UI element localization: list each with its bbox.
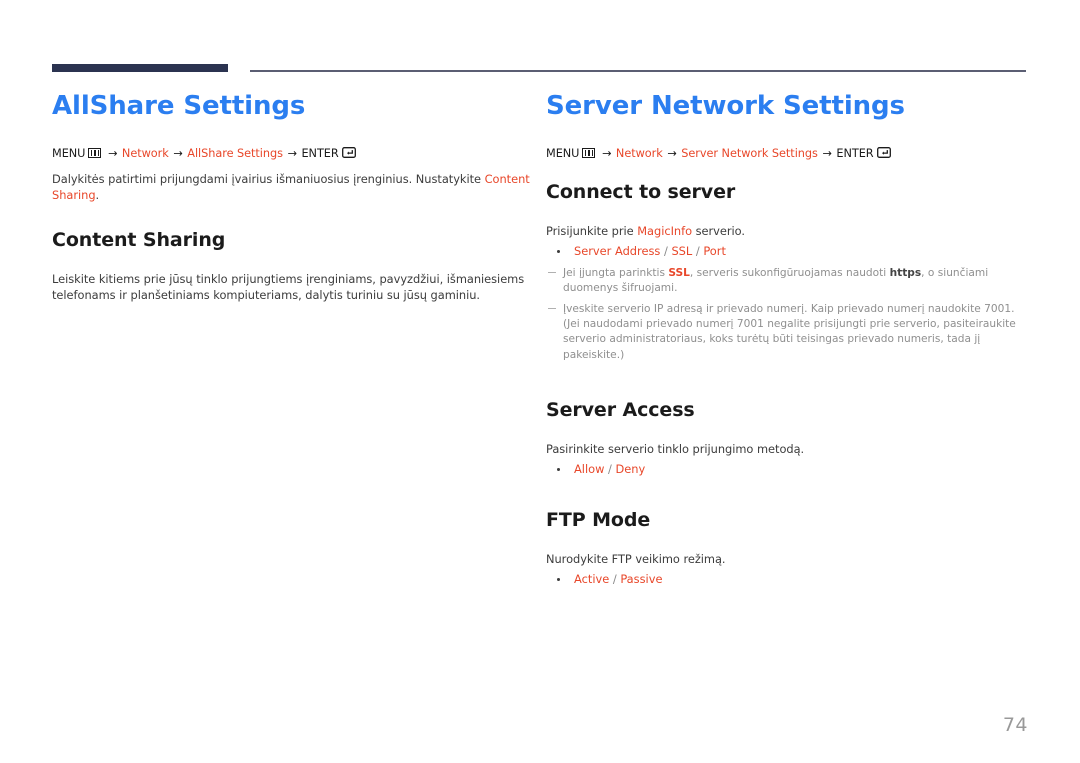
note-term-https: https <box>889 266 922 279</box>
breadcrumb-arrow-2: → <box>667 146 677 160</box>
option-allow[interactable]: Allow <box>574 462 604 476</box>
intro-text-before: Dalykitės patirtimi prijungdami įvairius… <box>52 171 485 186</box>
notes-list-connect-to-server: Jei įjungta parinktis SSL, serveris suko… <box>546 266 1028 363</box>
intro-paragraph-allshare: Dalykitės patirtimi prijungdami įvairius… <box>52 171 530 203</box>
menu-grid-icon <box>88 147 102 158</box>
section-intro-server-access: Pasirinkite serverio tinklo prijungimo m… <box>546 441 805 456</box>
option-active[interactable]: Active <box>574 572 609 586</box>
option-separator: / <box>660 243 672 258</box>
left-column: AllShare Settings MENU → Network → AllSh… <box>52 91 530 303</box>
breadcrumb-arrow-1: → <box>601 146 612 160</box>
page-title-allshare: AllShare Settings <box>52 91 306 121</box>
section-body-content-sharing: Leiskite kitiems prie jūsų tinklo prijun… <box>52 271 525 303</box>
note-accent-ssl: SSL <box>668 266 690 279</box>
note-item: Jei įjungta parinktis SSL, serveris suko… <box>546 266 1028 297</box>
options-list-ftp-mode: Active / Passive <box>546 571 1028 588</box>
breadcrumb-arrow-3: → <box>822 146 832 160</box>
breadcrumb-step-server-network-settings: Server Network Settings <box>681 146 818 160</box>
options-list-server-access: Allow / Deny <box>546 461 1028 478</box>
document-page: AllShare Settings MENU → Network → AllSh… <box>0 0 1080 763</box>
option-passive[interactable]: Passive <box>620 572 662 586</box>
section-heading-server-access: Server Access <box>546 398 695 421</box>
header-rule-thin <box>250 70 1026 72</box>
header-rule-thick <box>52 64 228 72</box>
option-separator: / <box>692 243 704 258</box>
options-list-connect-to-server: Server Address / SSL / Port <box>546 243 1028 260</box>
option-ssl[interactable]: SSL <box>671 244 692 258</box>
breadcrumb-menu-label: MENU <box>546 146 580 160</box>
breadcrumb-arrow-1: → <box>107 146 118 160</box>
header-rule <box>52 64 1026 74</box>
enter-return-icon <box>341 147 356 159</box>
breadcrumb-arrow-2: → <box>173 146 183 160</box>
breadcrumb-enter-label: ENTER <box>836 146 874 160</box>
breadcrumb-step-network: Network <box>615 146 663 160</box>
breadcrumb-step-allshare-settings: AllShare Settings <box>187 146 283 160</box>
section-intro-ftp-mode: Nurodykite FTP veikimo režimą. <box>546 551 726 566</box>
breadcrumb-step-network: Network <box>121 146 169 160</box>
right-column: Server Network Settings MENU → Network →… <box>546 91 1028 588</box>
breadcrumb-menu-label: MENU <box>52 146 86 160</box>
note-text-port: Įveskite serverio IP adresą ir prievado … <box>563 302 1016 361</box>
breadcrumb-allshare: MENU → Network → AllShare Settings → ENT… <box>52 146 530 162</box>
intro-text-after: serverio. <box>692 223 745 238</box>
breadcrumb-server-network: MENU → Network → Server Network Settings… <box>546 146 1028 162</box>
intro-text-before: Prisijunkite prie <box>546 223 638 238</box>
section-heading-content-sharing: Content Sharing <box>52 229 226 252</box>
section-heading-ftp-mode: FTP Mode <box>546 509 651 532</box>
note-item: Įveskite serverio IP adresą ir prievado … <box>546 302 1028 363</box>
page-number: 74 <box>1002 714 1028 736</box>
option-separator: / <box>609 572 621 587</box>
menu-grid-icon <box>582 147 596 158</box>
intro-text-after: . <box>95 187 100 202</box>
option-server-address[interactable]: Server Address <box>574 244 660 258</box>
section-intro-connect-to-server: Prisijunkite prie MagicInfo serverio. <box>546 223 1028 239</box>
intro-accent-magicinfo: MagicInfo <box>637 223 693 238</box>
breadcrumb-enter-label: ENTER <box>301 146 339 160</box>
list-item: Allow / Deny <box>546 461 1028 478</box>
option-port[interactable]: Port <box>703 244 726 258</box>
section-heading-connect-to-server: Connect to server <box>546 180 736 203</box>
option-deny[interactable]: Deny <box>616 462 646 476</box>
page-title-server-network: Server Network Settings <box>546 91 905 121</box>
list-item: Server Address / SSL / Port <box>546 243 1028 260</box>
enter-return-icon <box>876 147 891 159</box>
option-separator: / <box>604 461 616 476</box>
note-text-1: Jei įjungta parinktis <box>563 266 669 279</box>
list-item: Active / Passive <box>546 571 1028 588</box>
breadcrumb-arrow-3: → <box>287 146 297 160</box>
note-text-2: , serveris sukonfigūruojamas naudoti <box>689 266 890 279</box>
